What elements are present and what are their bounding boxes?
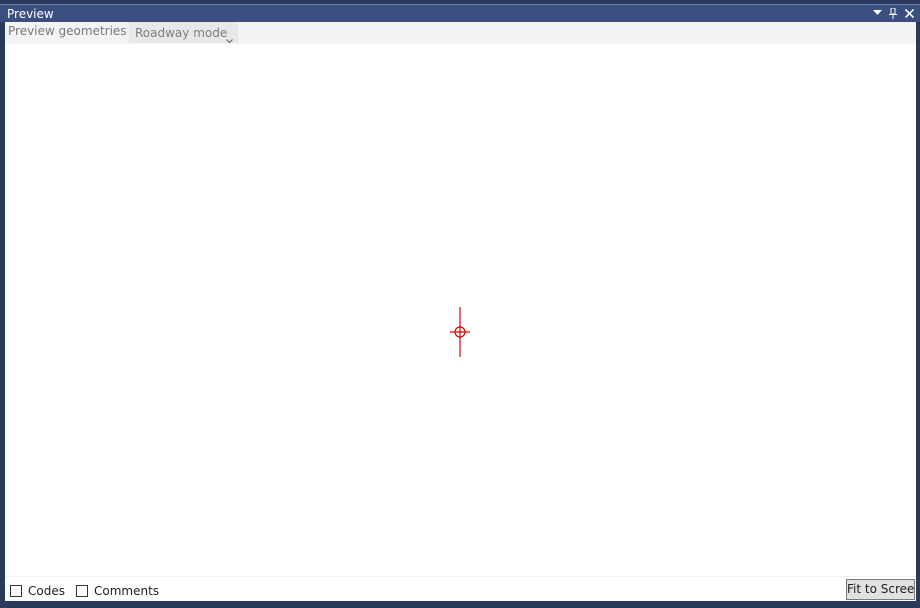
preview-toolbar: Preview geometries in Roadway mode [5, 22, 916, 44]
mode-select[interactable]: Roadway mode [129, 22, 238, 44]
window-title: Preview [7, 7, 54, 21]
comments-checkbox-box[interactable] [76, 585, 88, 597]
comments-checkbox-label: Comments [94, 584, 160, 598]
dropdown-arrow-icon[interactable] [872, 7, 882, 19]
comments-checkbox[interactable]: Comments [76, 584, 159, 598]
preview-statusbar: Codes Comments Fit to Screen [5, 576, 916, 601]
codes-checkbox[interactable]: Codes [10, 584, 65, 598]
preview-content: Preview geometries in Roadway mode Codes [5, 22, 916, 601]
pin-icon[interactable] [888, 7, 898, 19]
mode-select-value: Roadway mode [135, 26, 228, 40]
crosshair-origin-icon [450, 307, 470, 357]
codes-checkbox-label: Codes [28, 584, 65, 598]
codes-checkbox-box[interactable] [10, 585, 22, 597]
window-titlebar[interactable]: Preview [0, 4, 920, 22]
preview-canvas[interactable] [5, 44, 916, 576]
preview-geometries-label: Preview geometries in [8, 24, 142, 38]
close-icon[interactable] [904, 7, 914, 19]
fit-to-screen-button[interactable]: Fit to Screen [846, 579, 915, 600]
preview-window: Preview Preview geometries in Roadway mo… [0, 0, 920, 608]
window-title-controls [872, 5, 914, 21]
